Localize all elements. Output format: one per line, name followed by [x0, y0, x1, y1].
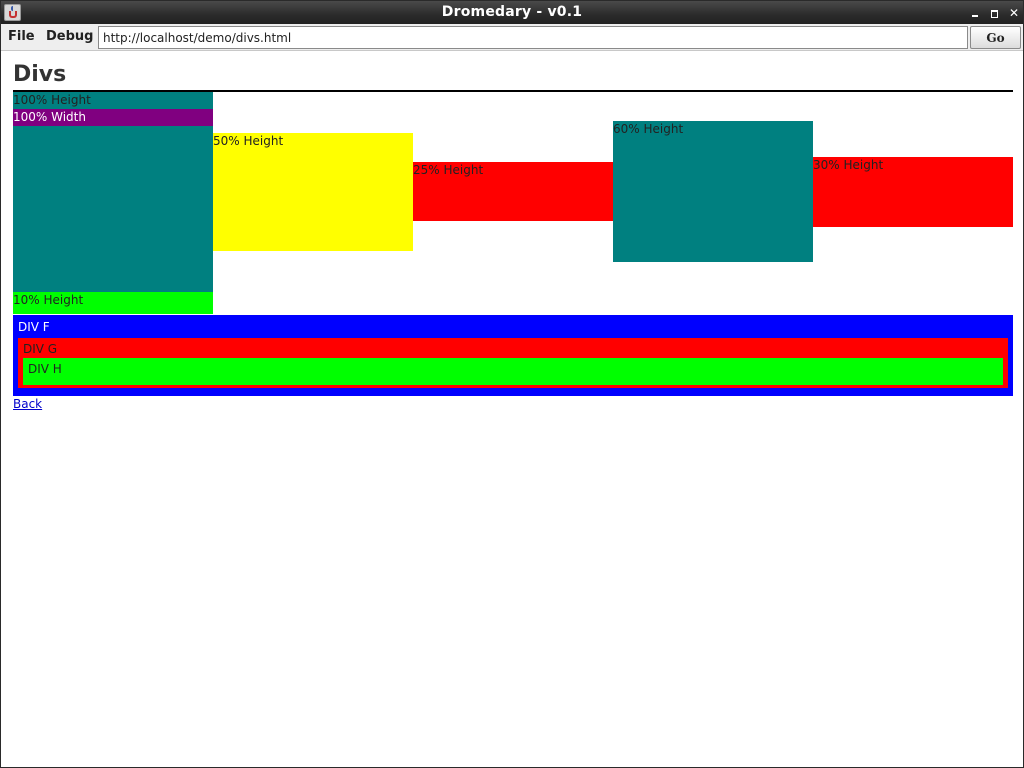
div-h-label: DIV H: [28, 362, 62, 376]
go-button[interactable]: Go: [970, 26, 1021, 49]
browser-window: Dromedary - v0.1 ✕ File Debug Go Divs 10…: [0, 0, 1024, 768]
thirty-height-box: 30% Height: [813, 157, 1013, 227]
menu-file[interactable]: File: [8, 29, 35, 44]
full-width-box: 100% Width: [13, 109, 213, 126]
sixty-height-label: 60% Height: [613, 122, 684, 136]
fifty-height-box: 50% Height: [213, 133, 413, 251]
div-g-box: DIV G DIV H: [18, 338, 1008, 388]
full-width-label: 100% Width: [13, 110, 86, 124]
back-link[interactable]: Back: [13, 397, 42, 411]
address-input[interactable]: [98, 26, 968, 49]
minimize-icon[interactable]: [969, 6, 983, 20]
twentyfive-height-label: 25% Height: [413, 163, 484, 177]
div-f-box: DIV F DIV G DIV H: [13, 315, 1013, 396]
div-g-label: DIV G: [23, 342, 58, 356]
menu-debug[interactable]: Debug: [46, 29, 93, 44]
div-f-label: DIV F: [18, 320, 50, 334]
twentyfive-height-box: 25% Height: [413, 162, 613, 221]
ten-height-label: 10% Height: [13, 293, 84, 307]
ten-height-box: 10% Height: [13, 292, 213, 314]
maximize-icon[interactable]: [988, 6, 1002, 20]
full-height-label: 100% Height: [13, 93, 91, 107]
full-height-box: 100% Height 100% Width 10% Height: [13, 92, 213, 314]
sixty-height-box: 60% Height: [613, 121, 813, 262]
menu-address-bar: File Debug Go: [1, 24, 1023, 51]
div-h-box: DIV H: [23, 358, 1003, 385]
window-title: Dromedary - v0.1: [441, 4, 583, 20]
title-bar[interactable]: Dromedary - v0.1 ✕: [1, 1, 1023, 24]
close-icon[interactable]: ✕: [1007, 6, 1021, 20]
fifty-height-label: 50% Height: [213, 134, 284, 148]
thirty-height-label: 30% Height: [813, 158, 884, 172]
page-title: Divs: [13, 62, 67, 87]
